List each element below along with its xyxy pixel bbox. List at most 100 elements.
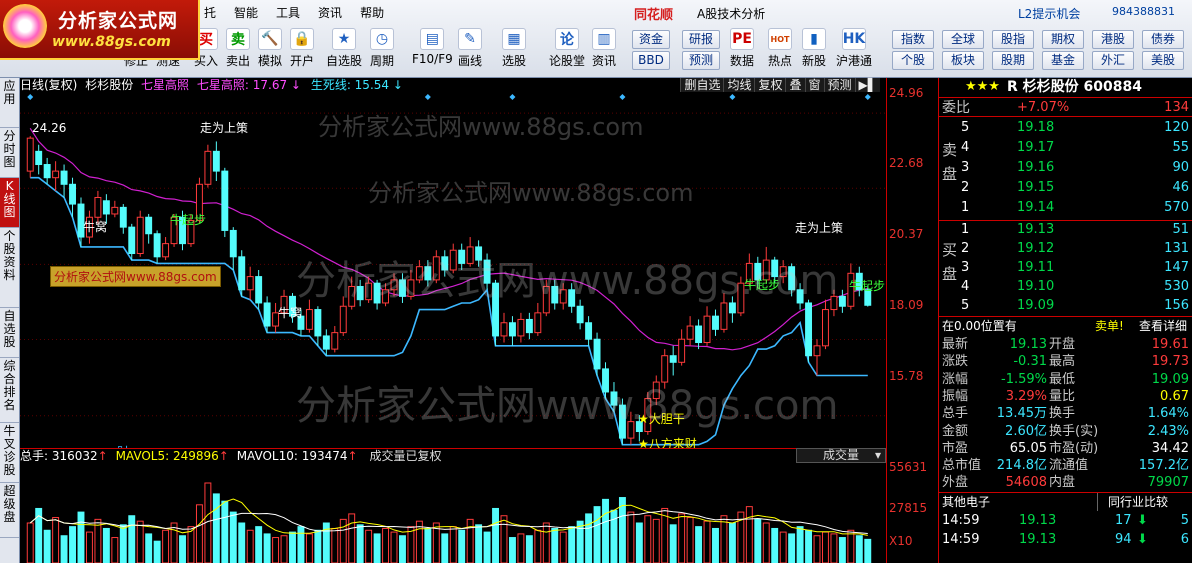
quote-value: 13.45万 xyxy=(996,406,1047,422)
market-button[interactable]: 基金 xyxy=(1042,51,1084,70)
toolbar-button-hot[interactable]: HOT 热点 xyxy=(768,28,792,72)
chart-button[interactable]: 均线 xyxy=(723,78,755,92)
signal-diamond-icon xyxy=(864,94,871,100)
toolbar-button-lock[interactable]: 🔒 开户 xyxy=(290,28,314,72)
volume-bar xyxy=(508,537,516,563)
left-nav-item[interactable]: 个股资料 xyxy=(0,228,19,308)
ask-row: 1 19.14 570 xyxy=(939,199,1192,217)
toolbar-button-pen[interactable]: ✎ 画线 xyxy=(458,28,482,72)
left-nav-item[interactable]: 分时图 xyxy=(0,128,19,178)
ask-volume: 90 xyxy=(1172,160,1189,175)
newstock-icon: ▮ xyxy=(802,28,826,50)
market-button[interactable]: 外汇 xyxy=(1092,51,1134,70)
left-nav-item[interactable]: 超级盘 xyxy=(0,483,19,538)
toolbar-button-clock[interactable]: ◷ 周期 xyxy=(370,28,394,72)
market-button[interactable]: 全球 xyxy=(942,30,984,49)
volume-bar xyxy=(272,537,280,563)
bid-volume: 156 xyxy=(1164,298,1189,313)
toolbar-button-pe[interactable]: PE 数据 xyxy=(730,28,754,72)
chart-button[interactable]: 窗 xyxy=(804,78,824,92)
lock-icon: 🔒 xyxy=(290,28,314,50)
toolbar-button-formula[interactable]: 论论股堂 xyxy=(549,28,585,72)
left-nav-item[interactable]: 牛叉诊股 xyxy=(0,423,19,483)
market-button[interactable]: 股期 xyxy=(992,51,1034,70)
market-button[interactable]: 个股 xyxy=(892,51,934,70)
toolbar-button-star[interactable]: ★ 自选股 xyxy=(326,28,362,72)
view-detail-link[interactable]: 查看详细 xyxy=(1139,317,1187,335)
toolbar-button-select-stock[interactable]: ▦ 选股 xyxy=(502,28,526,72)
left-nav-item[interactable]: 自选股 xyxy=(0,308,19,358)
tool-button[interactable]: BBD xyxy=(632,51,670,70)
toolbar-label: 数据 xyxy=(730,54,755,68)
toolbar-button-hk[interactable]: HK 沪港通 xyxy=(836,28,872,72)
volume-bar xyxy=(365,529,373,563)
tool-button[interactable]: 资金 xyxy=(632,30,670,49)
down-arrow-icon: ⬇ xyxy=(1137,532,1148,547)
toolbar-label: 画线 xyxy=(458,54,483,68)
level: 2 xyxy=(961,241,970,256)
market-button[interactable]: 股指 xyxy=(992,30,1034,49)
tick-time: 14:59 xyxy=(942,513,980,528)
market-button[interactable]: 债券 xyxy=(1142,30,1184,49)
left-nav-item[interactable]: 综合排名 xyxy=(0,358,19,423)
volume-bar xyxy=(331,527,339,563)
sector-compare-tab[interactable]: 同行业比较 xyxy=(1097,493,1168,511)
chart-button[interactable]: 叠 xyxy=(785,78,805,92)
quote-value: 54608 xyxy=(1005,475,1047,491)
toolbar-button-newstock[interactable]: ▮ 新股 xyxy=(802,28,826,72)
quote-value: 2.60亿 xyxy=(1005,423,1047,439)
down-arrow-icon: ⬇ xyxy=(1137,513,1148,528)
menu-item[interactable]: 帮助 xyxy=(351,2,393,22)
market-button[interactable]: 指数 xyxy=(892,30,934,49)
chart-button[interactable]: 删自选 xyxy=(680,78,724,92)
quote-value: 19.61 xyxy=(1151,337,1189,352)
market-button[interactable]: 板块 xyxy=(942,51,984,70)
volume-bar xyxy=(576,520,584,563)
toolbar-button-news[interactable]: ▥ 资讯 xyxy=(592,28,616,72)
period-label: 日线(复权) xyxy=(20,78,78,92)
toolbar-button-sell-green[interactable]: 卖卖出 xyxy=(226,28,250,72)
level: 5 xyxy=(961,120,970,135)
market-button[interactable]: 期权 xyxy=(1042,30,1084,49)
volume-bar xyxy=(238,522,246,563)
tool-button[interactable]: 研报 xyxy=(682,30,720,49)
candle-body xyxy=(26,137,34,172)
left-nav-item[interactable]: K线图 xyxy=(0,178,19,228)
chart-button[interactable]: 复权 xyxy=(754,78,786,92)
level: 3 xyxy=(961,260,970,275)
toolbar-label: 卖出 xyxy=(226,54,251,68)
volume-indicator-dropdown[interactable]: 成交量 ▾ xyxy=(796,448,886,463)
sell-green-icon: 卖 xyxy=(226,28,250,50)
candle-body xyxy=(517,318,525,337)
bid-volume: 530 xyxy=(1164,279,1189,294)
menu-item[interactable]: 智能 xyxy=(225,2,267,22)
volume-bar xyxy=(128,515,136,563)
menu-item[interactable]: 工具 xyxy=(267,2,309,22)
volume-bar xyxy=(424,527,432,563)
tool-button[interactable]: 预测 xyxy=(682,51,720,70)
toolbar-button-hammer[interactable]: 🔨 模拟 xyxy=(258,28,282,72)
market-button[interactable]: 美股 xyxy=(1142,51,1184,70)
candle-body xyxy=(238,256,246,291)
candle-body xyxy=(542,285,550,314)
toolbar-button-f10[interactable]: ▤ F10/F9 xyxy=(412,28,453,72)
volume-bar xyxy=(838,537,846,563)
left-nav-item[interactable]: 应用 xyxy=(0,78,19,128)
menu-item[interactable]: 资讯 xyxy=(309,2,351,22)
volume-bar xyxy=(712,527,719,563)
signal-diamond-icon xyxy=(509,94,516,100)
l2-tip-link[interactable]: L2提示机会 xyxy=(1018,5,1080,22)
volume-tick: X10 xyxy=(889,534,913,548)
candle-body xyxy=(822,309,829,347)
chart-scroll-icon[interactable]: ▶▌ xyxy=(854,78,880,92)
sell-order-flag[interactable]: 卖单! xyxy=(1095,317,1124,335)
indicator-name[interactable]: 七星高照 xyxy=(141,78,189,92)
chart-button[interactable]: 预测 xyxy=(823,78,855,92)
chart-area[interactable]: 日线(复权) 杉杉股份 七星高照 七星高照: 17.67 ↓ 生死线: 15.5… xyxy=(20,78,886,563)
annotation-cow: 牛窝 xyxy=(83,219,107,234)
price-tick: 24.96 xyxy=(889,86,924,100)
quote-label: 开盘 xyxy=(1049,337,1076,352)
life-line-value: 生死线: 15.54 xyxy=(310,78,390,92)
quote-value: 34.42 xyxy=(1151,440,1189,456)
market-button[interactable]: 港股 xyxy=(1092,30,1134,49)
